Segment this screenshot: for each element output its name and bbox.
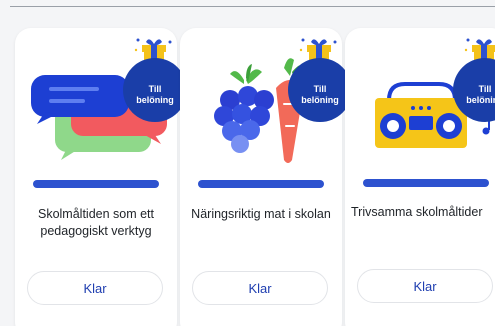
progress-bar — [33, 180, 159, 188]
reward-badge-circle: Till belöning — [123, 58, 187, 122]
reward-label: Till — [313, 84, 327, 94]
reward-label: belöning — [301, 95, 339, 105]
reward-badge-circle: Till belöning — [453, 58, 495, 122]
card-title: Skolmåltiden som ett pedagogiskt verktyg — [37, 207, 155, 238]
reward-badge: Till belöning — [453, 38, 495, 122]
progress-bar — [198, 180, 324, 188]
reward-badge: Till belöning — [288, 38, 352, 122]
course-card[interactable]: Till belöning Skolmåltiden som ett pedag… — [15, 28, 187, 326]
reward-badge-circle: Till belöning — [288, 58, 352, 122]
course-carousel: Till belöning Skolmåltiden som ett pedag… — [0, 0, 495, 326]
course-card[interactable]: Till belöning Trivsamma skolmåltider Kla… — [345, 28, 495, 326]
reward-label: belöning — [466, 95, 495, 105]
reward-label: Till — [148, 84, 162, 94]
card-title: Trivsamma skolmåltider — [351, 205, 483, 219]
done-button[interactable]: Klar — [192, 271, 328, 305]
done-button[interactable]: Klar — [357, 269, 493, 303]
reward-label: Till — [478, 84, 492, 94]
progress-bar — [363, 179, 489, 187]
divider — [10, 6, 495, 7]
course-card[interactable]: Till belöning Näringsriktig mat i skolan… — [180, 28, 352, 326]
reward-badge: Till belöning — [123, 38, 187, 122]
done-button[interactable]: Klar — [27, 271, 163, 305]
reward-label: belöning — [136, 95, 174, 105]
card-title: Näringsriktig mat i skolan — [191, 207, 331, 221]
